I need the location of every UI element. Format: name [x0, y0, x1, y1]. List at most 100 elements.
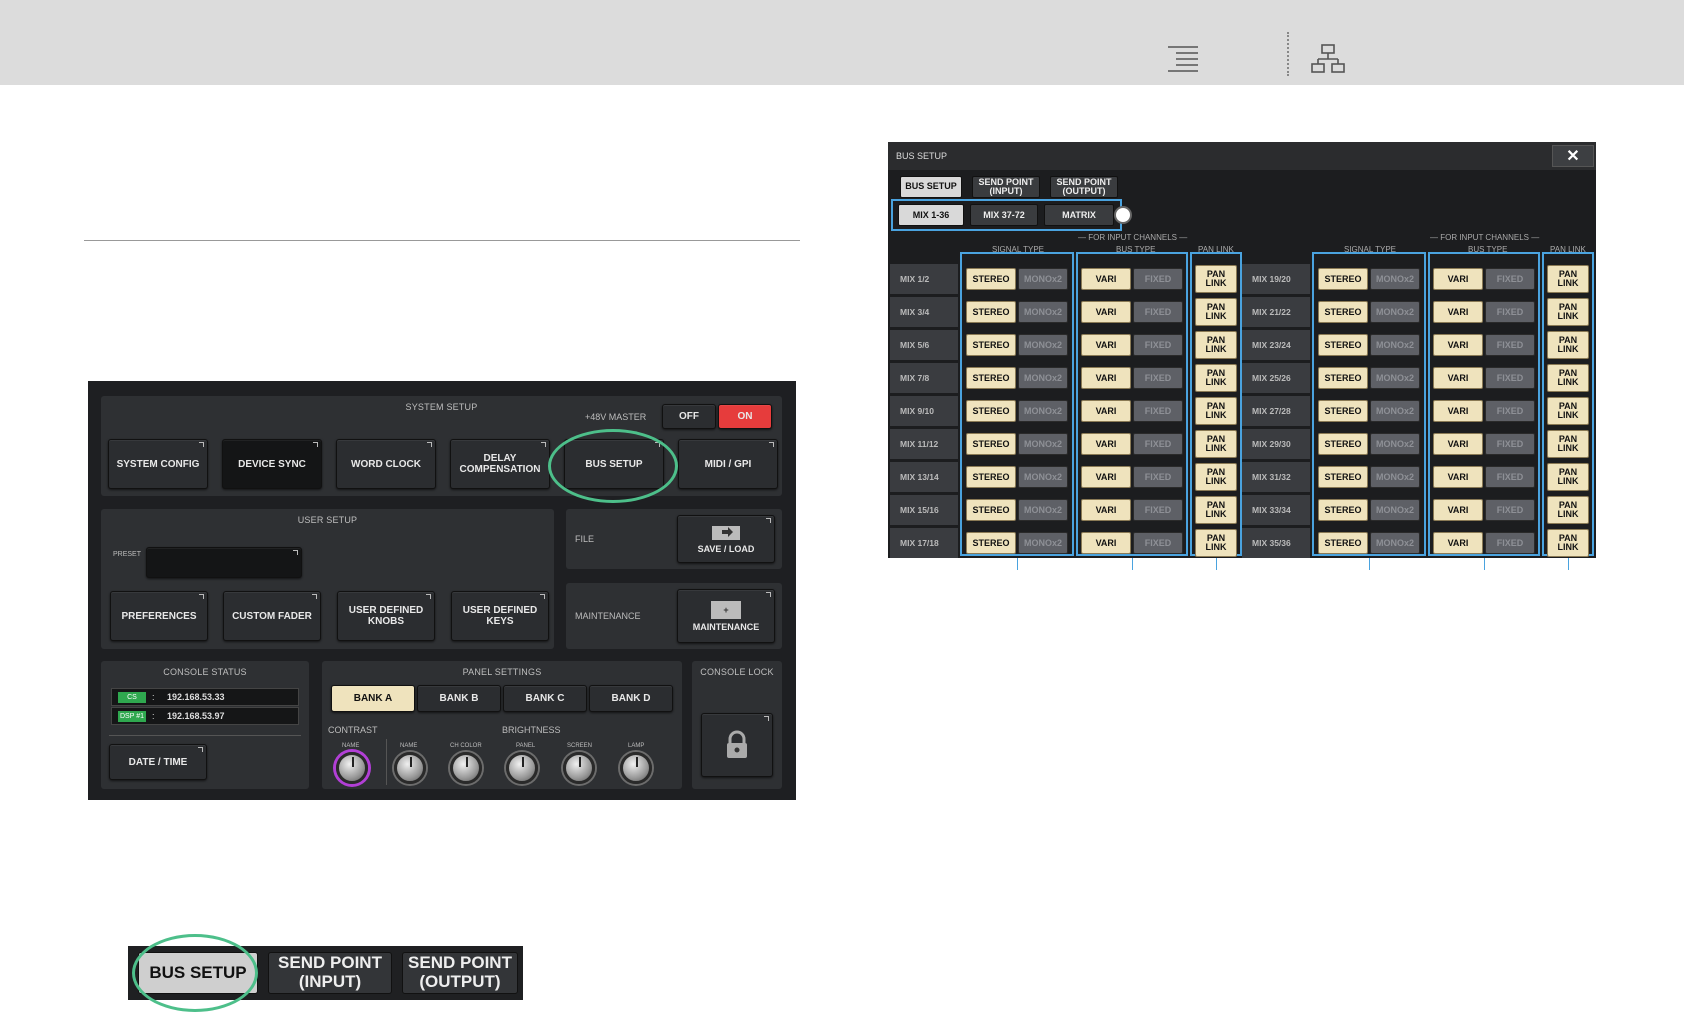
- stereo-button[interactable]: STEREO: [966, 334, 1016, 356]
- fixed-button[interactable]: FIXED: [1485, 499, 1535, 521]
- stereo-button[interactable]: STEREO: [966, 301, 1016, 323]
- date-time-button[interactable]: DATE / TIME: [109, 744, 207, 780]
- stereo-button[interactable]: STEREO: [966, 400, 1016, 422]
- device-sync-button[interactable]: DEVICE SYNC: [222, 439, 322, 489]
- vari-button[interactable]: VARI: [1433, 334, 1483, 356]
- stereo-button[interactable]: STEREO: [966, 466, 1016, 488]
- close-button[interactable]: ✕: [1552, 145, 1594, 167]
- stereo-button[interactable]: STEREO: [1318, 466, 1368, 488]
- vari-button[interactable]: VARI: [1433, 433, 1483, 455]
- toc-lines-icon[interactable]: [1166, 44, 1200, 74]
- pan-link-button[interactable]: PAN LINK: [1195, 463, 1237, 491]
- sitemap-icon[interactable]: [1311, 44, 1345, 74]
- stereo-button[interactable]: STEREO: [966, 367, 1016, 389]
- fixed-button[interactable]: FIXED: [1485, 466, 1535, 488]
- pan-link-button[interactable]: PAN LINK: [1547, 463, 1589, 491]
- user-defined-keys-button[interactable]: USER DEFINED KEYS: [451, 591, 549, 641]
- fixed-button[interactable]: FIXED: [1133, 367, 1183, 389]
- phantom-off-button[interactable]: OFF: [662, 404, 716, 429]
- fixed-button[interactable]: FIXED: [1133, 301, 1183, 323]
- monox2-button[interactable]: MONOx2: [1370, 466, 1420, 488]
- vari-button[interactable]: VARI: [1433, 367, 1483, 389]
- console-lock-button[interactable]: [701, 713, 773, 777]
- monox2-button[interactable]: MONOx2: [1018, 466, 1068, 488]
- vari-button[interactable]: VARI: [1433, 532, 1483, 554]
- monox2-button[interactable]: MONOx2: [1370, 433, 1420, 455]
- monox2-button[interactable]: MONOx2: [1018, 499, 1068, 521]
- midi-gpi-button[interactable]: MIDI / GPI: [678, 439, 778, 489]
- monox2-button[interactable]: MONOx2: [1370, 499, 1420, 521]
- vari-button[interactable]: VARI: [1081, 301, 1131, 323]
- vari-button[interactable]: VARI: [1081, 532, 1131, 554]
- bank-b-button[interactable]: BANK B: [417, 685, 501, 712]
- vari-button[interactable]: VARI: [1433, 400, 1483, 422]
- monox2-button[interactable]: MONOx2: [1018, 367, 1068, 389]
- stereo-button[interactable]: STEREO: [966, 532, 1016, 554]
- pan-link-button[interactable]: PAN LINK: [1547, 397, 1589, 425]
- stereo-button[interactable]: STEREO: [1318, 301, 1368, 323]
- fixed-button[interactable]: FIXED: [1485, 433, 1535, 455]
- brightness-panel-knob[interactable]: [506, 752, 538, 784]
- vari-button[interactable]: VARI: [1081, 466, 1131, 488]
- monox2-button[interactable]: MONOx2: [1370, 301, 1420, 323]
- monox2-button[interactable]: MONOx2: [1018, 433, 1068, 455]
- word-clock-button[interactable]: WORD CLOCK: [336, 439, 436, 489]
- brightness-lamp-knob[interactable]: [620, 752, 652, 784]
- fixed-button[interactable]: FIXED: [1133, 532, 1183, 554]
- pan-link-button[interactable]: PAN LINK: [1547, 298, 1589, 326]
- vari-button[interactable]: VARI: [1433, 268, 1483, 290]
- vari-button[interactable]: VARI: [1081, 268, 1131, 290]
- tab-send-point-output-large[interactable]: SEND POINT (OUTPUT): [402, 952, 518, 994]
- monox2-button[interactable]: MONOx2: [1370, 400, 1420, 422]
- pan-link-button[interactable]: PAN LINK: [1547, 265, 1589, 293]
- fixed-button[interactable]: FIXED: [1133, 334, 1183, 356]
- fixed-button[interactable]: FIXED: [1485, 532, 1535, 554]
- pan-link-button[interactable]: PAN LINK: [1195, 364, 1237, 392]
- subtab-mix-1-36[interactable]: MIX 1-36: [898, 204, 964, 226]
- stereo-button[interactable]: STEREO: [1318, 499, 1368, 521]
- brightness-screen-knob[interactable]: [563, 752, 595, 784]
- preferences-button[interactable]: PREFERENCES: [110, 591, 208, 641]
- monox2-button[interactable]: MONOx2: [1018, 400, 1068, 422]
- vari-button[interactable]: VARI: [1433, 301, 1483, 323]
- phantom-on-button[interactable]: ON: [718, 404, 772, 429]
- fixed-button[interactable]: FIXED: [1485, 400, 1535, 422]
- stereo-button[interactable]: STEREO: [1318, 334, 1368, 356]
- custom-fader-button[interactable]: CUSTOM FADER: [223, 591, 321, 641]
- stereo-button[interactable]: STEREO: [966, 433, 1016, 455]
- bank-a-button[interactable]: BANK A: [331, 685, 415, 712]
- delay-compensation-button[interactable]: DELAY COMPENSATION: [450, 439, 550, 489]
- pan-link-button[interactable]: PAN LINK: [1195, 529, 1237, 557]
- vari-button[interactable]: VARI: [1433, 499, 1483, 521]
- fixed-button[interactable]: FIXED: [1133, 268, 1183, 290]
- bank-c-button[interactable]: BANK C: [503, 685, 587, 712]
- pan-link-button[interactable]: PAN LINK: [1547, 529, 1589, 557]
- brightness-name-knob[interactable]: [394, 752, 426, 784]
- pan-link-button[interactable]: PAN LINK: [1547, 430, 1589, 458]
- pan-link-button[interactable]: PAN LINK: [1547, 496, 1589, 524]
- stereo-button[interactable]: STEREO: [966, 268, 1016, 290]
- vari-button[interactable]: VARI: [1081, 334, 1131, 356]
- monox2-button[interactable]: MONOx2: [1370, 532, 1420, 554]
- system-config-button[interactable]: SYSTEM CONFIG: [108, 439, 208, 489]
- stereo-button[interactable]: STEREO: [1318, 400, 1368, 422]
- monox2-button[interactable]: MONOx2: [1018, 301, 1068, 323]
- pan-link-button[interactable]: PAN LINK: [1195, 331, 1237, 359]
- monox2-button[interactable]: MONOx2: [1370, 268, 1420, 290]
- subtab-matrix[interactable]: MATRIX: [1044, 204, 1114, 226]
- bank-d-button[interactable]: BANK D: [589, 685, 673, 712]
- fixed-button[interactable]: FIXED: [1485, 334, 1535, 356]
- fixed-button[interactable]: FIXED: [1133, 400, 1183, 422]
- pan-link-button[interactable]: PAN LINK: [1195, 430, 1237, 458]
- vari-button[interactable]: VARI: [1081, 433, 1131, 455]
- pan-link-button[interactable]: PAN LINK: [1195, 298, 1237, 326]
- fixed-button[interactable]: FIXED: [1485, 301, 1535, 323]
- save-load-button[interactable]: SAVE / LOAD: [677, 515, 775, 563]
- monox2-button[interactable]: MONOx2: [1370, 334, 1420, 356]
- pan-link-button[interactable]: PAN LINK: [1195, 496, 1237, 524]
- stereo-button[interactable]: STEREO: [1318, 532, 1368, 554]
- fixed-button[interactable]: FIXED: [1485, 268, 1535, 290]
- fixed-button[interactable]: FIXED: [1133, 466, 1183, 488]
- vari-button[interactable]: VARI: [1433, 466, 1483, 488]
- fixed-button[interactable]: FIXED: [1485, 367, 1535, 389]
